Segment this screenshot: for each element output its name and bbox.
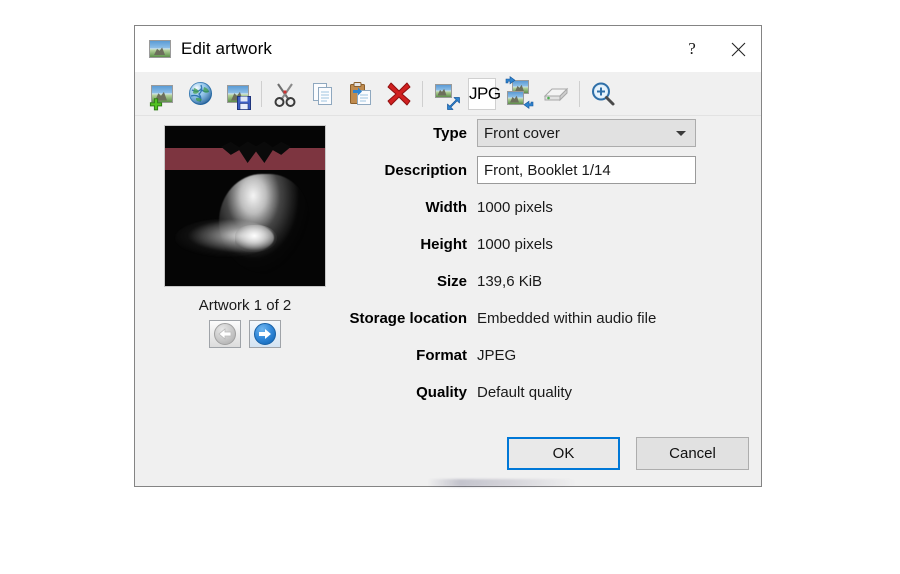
copy-icon xyxy=(313,82,332,105)
add-artwork-button[interactable] xyxy=(143,74,181,114)
artwork-counter: Artwork 1 of 2 xyxy=(198,297,292,314)
cancel-button[interactable]: Cancel xyxy=(636,437,749,470)
description-value: Front, Booklet 1/14 xyxy=(484,161,611,179)
artwork-preview[interactable] xyxy=(164,125,326,287)
arrow-right-icon xyxy=(254,323,276,345)
toolbar-separator xyxy=(261,80,262,107)
type-select[interactable]: Front cover xyxy=(477,119,696,147)
title-bar: Edit artwork ? xyxy=(135,26,761,72)
reorder-artwork-icon-second xyxy=(507,90,524,105)
field-row-width: Width 1000 pixels xyxy=(325,190,761,224)
height-label: Height xyxy=(420,235,467,253)
paste-button[interactable] xyxy=(342,74,380,114)
cut-icon xyxy=(274,82,296,107)
resize-arrow-icon xyxy=(446,96,461,111)
arrow-left-icon xyxy=(214,323,236,345)
height-value: 1000 pixels xyxy=(477,235,553,253)
save-artwork-button[interactable] xyxy=(219,74,257,114)
field-row-storage-location: Storage location Embedded within audio f… xyxy=(325,301,761,335)
storage-location-label: Storage location xyxy=(349,309,467,327)
artwork-nav xyxy=(155,320,335,348)
convert-jpg-icon: JPG xyxy=(468,77,501,110)
size-label: Size xyxy=(436,272,467,290)
help-button[interactable]: ? xyxy=(669,26,715,72)
format-value: JPEG xyxy=(477,346,517,364)
chevron-down-icon xyxy=(676,131,686,136)
background-bleed xyxy=(427,479,577,487)
window-controls: ? xyxy=(669,26,761,72)
field-row-quality: Quality Default quality xyxy=(325,375,761,409)
previous-artwork-button[interactable] xyxy=(209,320,241,348)
size-value: 139,6 KiB xyxy=(477,272,543,290)
description-input[interactable]: Front, Booklet 1/14 xyxy=(477,156,696,184)
resize-artwork-button[interactable] xyxy=(427,74,465,114)
format-label: Format xyxy=(416,346,467,364)
artwork-properties: Type Front cover Description Front, Book… xyxy=(325,116,761,412)
plus-badge-icon xyxy=(149,97,163,112)
reorder-arrow-down-icon xyxy=(523,98,534,109)
edit-artwork-dialog: Edit artwork ? JPG Artwork 1 of 2 Type F… xyxy=(134,25,762,487)
next-artwork-button[interactable] xyxy=(249,320,281,348)
field-row-type: Type Front cover xyxy=(325,116,761,150)
copy-button[interactable] xyxy=(304,74,342,114)
dialog-footer: OK Cancel xyxy=(507,437,749,470)
delete-button[interactable] xyxy=(380,74,418,114)
export-to-disk-icon xyxy=(543,87,569,101)
storage-location-value: Embedded within audio file xyxy=(477,309,657,327)
floppy-badge-icon xyxy=(237,95,251,110)
artwork-panel: Artwork 1 of 2 xyxy=(155,125,335,348)
close-icon xyxy=(731,42,745,56)
delete-icon xyxy=(387,82,411,105)
picture-icon xyxy=(149,40,171,58)
zoom-button[interactable] xyxy=(584,74,622,114)
toolbar-separator xyxy=(422,80,423,107)
reorder-arrow-up-icon xyxy=(505,75,516,87)
width-value: 1000 pixels xyxy=(477,198,553,216)
export-to-disk-button[interactable] xyxy=(537,74,575,114)
download-artwork-button[interactable] xyxy=(181,74,219,114)
help-icon: ? xyxy=(688,39,696,58)
cut-button[interactable] xyxy=(266,74,304,114)
width-label: Width xyxy=(425,198,467,216)
description-label: Description xyxy=(384,161,467,179)
zoom-icon xyxy=(592,82,615,105)
reorder-artwork-button[interactable] xyxy=(499,74,537,114)
download-artwork-icon xyxy=(188,82,212,105)
quality-label: Quality xyxy=(416,383,467,401)
type-label: Type xyxy=(433,124,467,142)
convert-jpg-button[interactable]: JPG xyxy=(465,74,501,114)
field-row-format: Format JPEG xyxy=(325,338,761,372)
field-row-height: Height 1000 pixels xyxy=(325,227,761,261)
quality-value: Default quality xyxy=(477,383,573,401)
field-row-description: Description Front, Booklet 1/14 xyxy=(325,153,761,187)
ok-button[interactable]: OK xyxy=(507,437,620,470)
dialog-content: Artwork 1 of 2 Type Front cover Descript… xyxy=(135,116,761,487)
type-value: Front cover xyxy=(484,124,560,142)
window-title: Edit artwork xyxy=(181,39,272,58)
close-button[interactable] xyxy=(715,26,761,72)
paste-icon xyxy=(350,81,371,105)
toolbar: JPG xyxy=(135,72,761,116)
field-row-size: Size 139,6 KiB xyxy=(325,264,761,298)
toolbar-separator xyxy=(579,80,580,107)
